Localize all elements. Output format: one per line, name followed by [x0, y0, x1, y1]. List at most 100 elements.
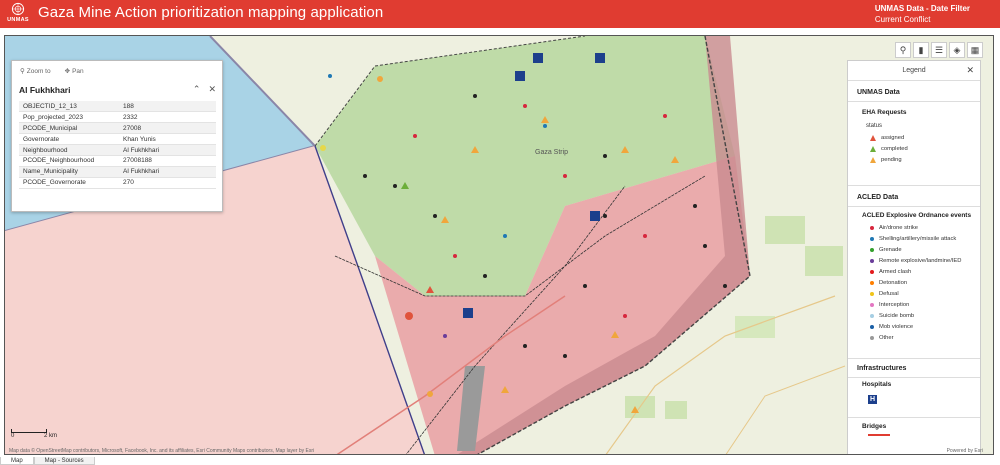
- divider: [848, 417, 980, 418]
- date-filter[interactable]: UNMAS Data - Date Filter Current Conflic…: [875, 3, 970, 25]
- powered-by[interactable]: Powered by Esri: [947, 448, 983, 454]
- field-value: 27008: [119, 122, 216, 135]
- field-key: PCODE_Governorate: [19, 177, 119, 189]
- eha-title: EHA Requests: [862, 109, 907, 116]
- triangle-icon: [870, 135, 876, 141]
- close-icon[interactable]: ✕: [208, 84, 216, 95]
- status-label: status: [866, 123, 883, 129]
- dot-icon: [870, 336, 874, 340]
- triangle-icon: [870, 146, 876, 152]
- dot-icon: [870, 270, 874, 274]
- map-toolbar: ⚲ ▮ ☰ ◈ ▦: [895, 42, 983, 58]
- infrastructures-section-title: Infrastructures: [857, 365, 907, 372]
- close-icon[interactable]: ✕: [966, 65, 974, 76]
- hospital-icon: H: [868, 395, 877, 404]
- legend-item-label: Mob violence: [879, 324, 914, 330]
- bottom-tabs: Map Map - Sources: [0, 457, 1000, 465]
- zoom-to-label: Zoom to: [26, 68, 51, 75]
- field-key: Neighbourhood: [19, 144, 119, 156]
- table-row: Neighbourhood Al Fukhkhari: [19, 144, 216, 156]
- scale-bar: 0 2 km: [11, 429, 57, 439]
- acled-section-title: ACLED Data: [857, 194, 899, 201]
- legend-item-label: pending: [881, 157, 902, 163]
- app-header: UNMAS Gaza Mine Action prioritization ma…: [0, 0, 1000, 28]
- hospitals-label: Hospitals: [862, 381, 892, 388]
- legend-item-label: Remote explosive/landmine/IED: [879, 258, 962, 264]
- bookmark-icon[interactable]: ▮: [913, 42, 929, 58]
- feature-popup: ⚲ Zoom to ✥ Pan Al Fukhkhari ⌃ ✕ OBJECTID_…: [11, 60, 223, 212]
- divider: [848, 101, 980, 102]
- legend-item: Armed clash: [870, 268, 911, 276]
- legend-item: Detonation: [870, 279, 907, 287]
- scale-label: 2 km: [44, 433, 58, 439]
- legend-item: Shelling/artillery/missile attack: [870, 235, 956, 243]
- dot-icon: [870, 259, 874, 263]
- scale-zero: 0: [11, 433, 15, 439]
- pan-button[interactable]: ✥ Pan: [65, 67, 84, 75]
- date-filter-title: UNMAS Data - Date Filter: [874, 4, 970, 13]
- popup-actions: ⚲ Zoom to ✥ Pan: [20, 67, 84, 75]
- legend-item-label: Other: [879, 335, 894, 341]
- dot-icon: [870, 314, 874, 318]
- tab-map-sources[interactable]: Map - Sources: [33, 457, 95, 465]
- divider: [848, 358, 980, 359]
- popup-controls: ⌃ ✕: [193, 84, 216, 95]
- legend-item: Mob violence: [870, 323, 913, 331]
- table-row: Governorate Khan Yunis: [19, 133, 216, 146]
- legend-item-label: Suicide bomb: [879, 313, 915, 319]
- attribute-table: OBJECTID_12_13 188 Pop_projected_2023 2332…: [19, 101, 216, 189]
- search-icon[interactable]: ⚲: [895, 42, 911, 58]
- acled-title: ACLED Explosive Ordnance events: [862, 212, 972, 219]
- place-label: Gaza Strip: [535, 149, 568, 156]
- legend-item: assigned: [870, 134, 904, 142]
- map-view[interactable]: Gaza Strip ⚲ ▮ ☰ ◈ ▦ ⚲ Zoom to ✥ Pan Al …: [4, 35, 994, 455]
- popup-title: Al Fukhkhari: [19, 85, 71, 95]
- legend-item-label: Grenade: [879, 247, 902, 253]
- field-value: Al Fukhkhari: [119, 144, 216, 156]
- field-key: Pop_projected_2023: [19, 111, 119, 124]
- zoom-to-button[interactable]: ⚲ Zoom to: [20, 67, 51, 75]
- pan-icon: ✥: [64, 68, 71, 75]
- legend-item-label: Defusal: [879, 291, 899, 297]
- field-value: 27008188: [119, 155, 216, 167]
- field-value: Al Fukhkhari: [119, 166, 216, 178]
- map-attribution: Map data © OpenStreetMap contributors, M…: [9, 448, 315, 454]
- triangle-icon: [870, 157, 876, 163]
- legend-icon[interactable]: ☰: [931, 42, 947, 58]
- dot-icon: [870, 226, 874, 230]
- field-key: PCODE_Neighbourhood: [19, 155, 119, 167]
- legend-item: Interception: [870, 301, 909, 309]
- unmas-logo: UNMAS: [6, 2, 30, 26]
- legend-item-label: completed: [881, 146, 908, 152]
- legend-item: Other: [870, 334, 894, 342]
- basemap-gallery-icon[interactable]: ▦: [967, 42, 983, 58]
- bridges-underline: [868, 434, 890, 436]
- legend-item: completed: [870, 145, 908, 153]
- table-row: PCODE_Municipal 27008: [19, 122, 216, 135]
- dot-icon: [870, 281, 874, 285]
- field-value: Khan Yunis: [119, 133, 216, 146]
- field-key: Governorate: [19, 133, 119, 146]
- field-value: 2332: [119, 111, 216, 124]
- legend-item-label: assigned: [881, 135, 905, 141]
- legend-item-label: Air/drone strike: [879, 225, 918, 231]
- table-row: Pop_projected_2023 2332: [19, 111, 216, 124]
- layers-icon[interactable]: ◈: [949, 42, 965, 58]
- legend-item: Suicide bomb: [870, 312, 914, 320]
- field-key: OBJECTID_12_13: [19, 101, 119, 113]
- legend-item: Remote explosive/landmine/IED: [870, 257, 961, 265]
- legend-item: Grenade: [870, 246, 902, 254]
- table-row: Name_Municipality Al Fukhkhari: [19, 166, 216, 178]
- dot-icon: [870, 325, 874, 329]
- table-row: PCODE_Neighbourhood 27008188: [19, 155, 216, 167]
- collapse-icon[interactable]: ⌃: [193, 84, 201, 95]
- logo-text: UNMAS: [7, 17, 29, 23]
- field-value: 270: [119, 177, 216, 189]
- legend-item-label: Detonation: [879, 280, 908, 286]
- dot-icon: [870, 237, 874, 241]
- tab-map[interactable]: Map: [0, 457, 34, 465]
- bridges-label: Bridges: [862, 423, 887, 430]
- field-key: Name_Municipality: [19, 166, 119, 178]
- table-row: OBJECTID_12_13 188: [19, 101, 216, 113]
- legend-item-label: Shelling/artillery/missile attack: [879, 236, 957, 242]
